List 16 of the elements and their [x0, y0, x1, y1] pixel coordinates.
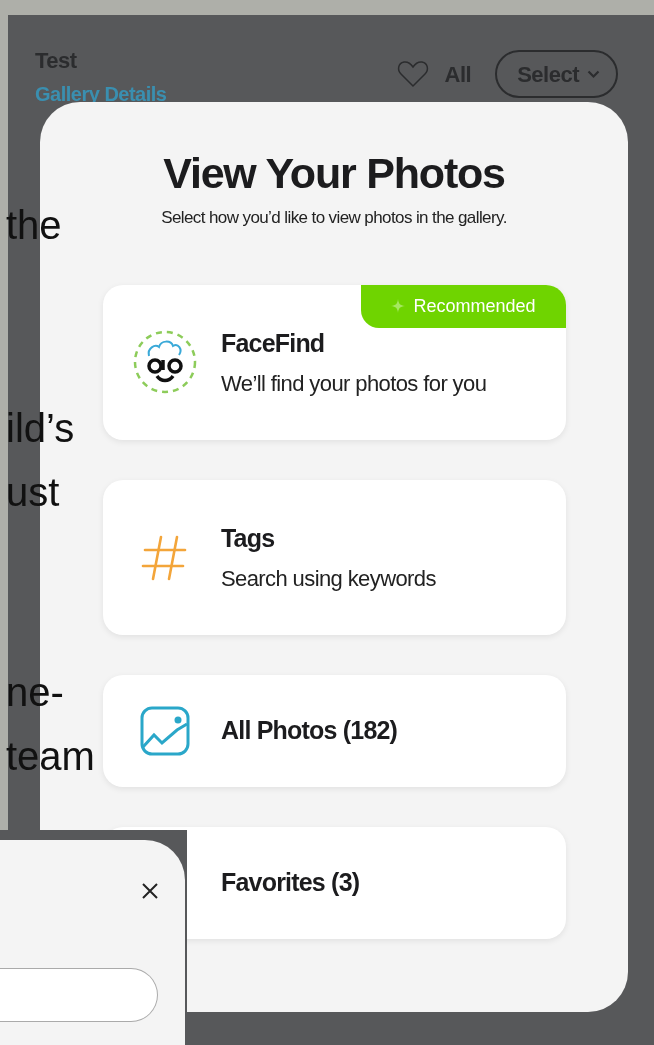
option-title: FaceFind: [221, 328, 326, 360]
option-card[interactable]: Recommended FaceFind We’ll find your photos for you: [103, 284, 566, 440]
option-card[interactable]: Tags Search using keywords: [103, 479, 566, 635]
recommended-badge: Recommended: [361, 284, 566, 328]
option-title: Favorites (3): [221, 867, 360, 899]
option-title: Tags: [221, 523, 276, 555]
option-description: Search using keywords: [221, 564, 436, 593]
option-description: We’ll find your photos for you: [221, 369, 487, 398]
input-field[interactable]: [0, 968, 158, 1022]
chevron-down-icon: [587, 69, 600, 79]
option-title: All Photos (182): [221, 715, 398, 747]
logo-icon: [133, 330, 197, 395]
sparkle-icon: [391, 299, 406, 314]
option-card[interactable]: All Photos (182): [103, 674, 566, 787]
heart-icon[interactable]: [396, 60, 429, 88]
modal-title: View Your Photos: [162, 150, 506, 198]
